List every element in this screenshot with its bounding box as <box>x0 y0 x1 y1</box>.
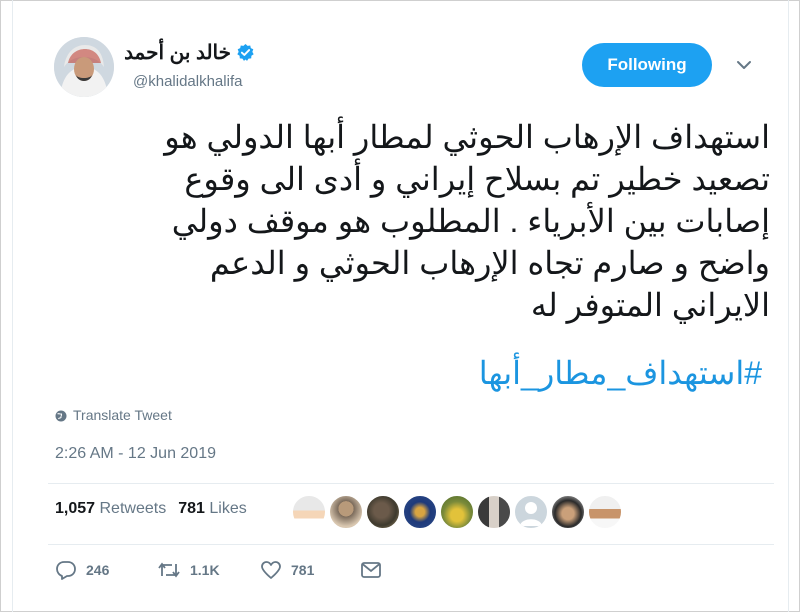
translate-label: Translate Tweet <box>73 407 172 423</box>
liker-avatar[interactable] <box>476 494 512 530</box>
hashtag-link[interactable]: #استهداف_مطار_أبها <box>479 352 762 394</box>
retweets-label: Retweets <box>99 500 167 517</box>
likes-stat[interactable]: 781 Likes <box>178 500 247 518</box>
reply-button[interactable]: 246 <box>55 560 109 580</box>
avatar[interactable] <box>54 37 114 97</box>
liker-avatar[interactable] <box>587 494 623 530</box>
retweet-icon <box>157 560 181 580</box>
display-name: خالد بن أحمد <box>124 42 231 64</box>
following-button[interactable]: Following <box>582 43 712 87</box>
globe-icon <box>55 409 67 422</box>
verified-badge-icon <box>236 43 255 62</box>
user-handle[interactable]: @khalidalkhalifa <box>133 73 242 90</box>
chevron-down-icon[interactable] <box>736 58 752 70</box>
retweets-count: 1,057 <box>55 500 96 517</box>
like-button[interactable]: 781 <box>260 560 314 580</box>
liker-avatar[interactable] <box>550 494 586 530</box>
like-count: 781 <box>291 562 315 578</box>
heart-icon <box>260 560 282 580</box>
column-border-left <box>12 0 13 612</box>
retweet-button[interactable]: 1.1K <box>157 560 220 580</box>
divider-bottom <box>48 544 774 545</box>
engagement-stats: 1,057 Retweets 781 Likes <box>55 500 247 518</box>
liker-avatar[interactable] <box>513 494 549 530</box>
tweet-text: استهداف الإرهاب الحوثي لمطار أبها الدولي… <box>164 119 770 323</box>
retweet-count: 1.1K <box>190 562 220 578</box>
liker-avatar[interactable] <box>291 494 327 530</box>
liker-avatar[interactable] <box>365 494 401 530</box>
envelope-icon <box>360 560 382 580</box>
tweet-timestamp[interactable]: 2:26 AM - 12 Jun 2019 <box>55 445 216 463</box>
likes-count: 781 <box>178 500 205 517</box>
reply-count: 246 <box>86 562 110 578</box>
column-border-right <box>788 0 789 612</box>
liker-avatar[interactable] <box>402 494 438 530</box>
reply-icon <box>55 560 77 580</box>
direct-message-button[interactable] <box>360 560 382 580</box>
retweets-stat[interactable]: 1,057 Retweets <box>55 500 166 518</box>
likes-label: Likes <box>209 500 247 517</box>
display-name-row[interactable]: خالد بن أحمد <box>124 40 255 65</box>
liker-avatar[interactable] <box>328 494 364 530</box>
divider-top <box>48 483 774 484</box>
translate-tweet-link[interactable]: Translate Tweet <box>55 407 172 423</box>
liker-avatar[interactable] <box>439 494 475 530</box>
